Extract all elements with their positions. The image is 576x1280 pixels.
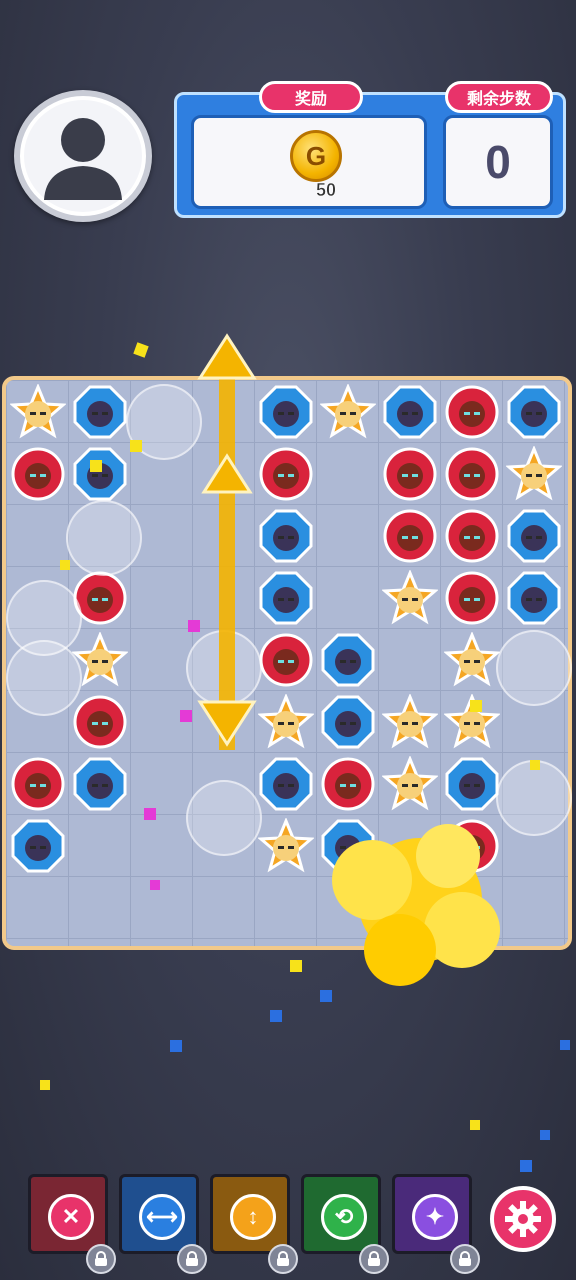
lock-icon (86, 1244, 116, 1274)
shuffle-icon: ⟲ (321, 1194, 367, 1240)
lock-icon (450, 1244, 480, 1274)
gear-icon (505, 1201, 541, 1237)
x-icon: ✕ (48, 1194, 94, 1240)
lock-icon (268, 1244, 298, 1274)
rocket-arrow-effect (197, 333, 257, 750)
settings-button[interactable] (490, 1186, 556, 1252)
booster-shuffle-button[interactable]: ⟲ (301, 1174, 381, 1254)
match-effects (40, 333, 570, 1172)
booster-swap-col-button[interactable]: ↕ (210, 1174, 290, 1254)
vertical-arrows-icon: ↕ (230, 1194, 276, 1240)
blue-sparkles (170, 990, 570, 1172)
gold-sparkles (40, 342, 540, 1130)
lock-icon (177, 1244, 207, 1274)
booster-hammer-button[interactable]: ✕ (28, 1174, 108, 1254)
booster-bar: ✕ ⟷ ↕ ⟲ ✦ (0, 1168, 576, 1280)
booster-swap-row-button[interactable]: ⟷ (119, 1174, 199, 1254)
explosion-effect (332, 824, 500, 986)
pink-sparkles (144, 620, 200, 890)
booster-magic-button[interactable]: ✦ (392, 1174, 472, 1254)
lock-icon (359, 1244, 389, 1274)
horizontal-arrows-icon: ⟷ (139, 1194, 185, 1240)
magic-icon: ✦ (412, 1194, 458, 1240)
